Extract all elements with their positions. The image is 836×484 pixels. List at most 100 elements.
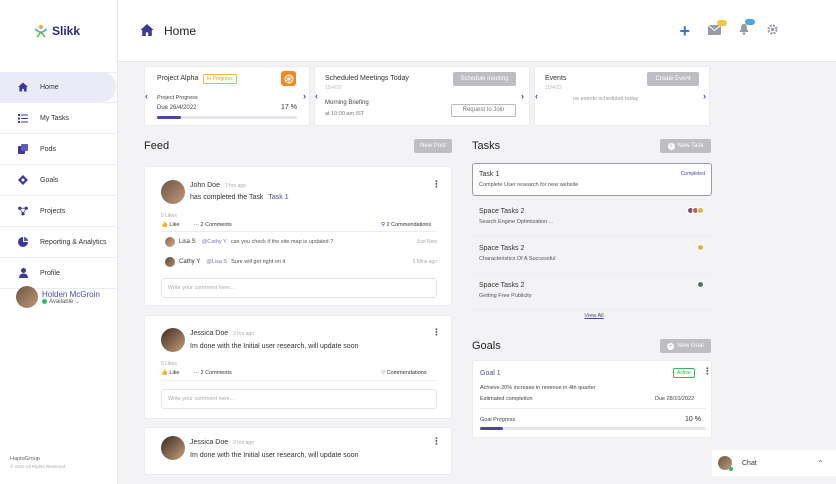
like-button[interactable]: 👍 Like <box>161 222 179 228</box>
add-icon[interactable]: + <box>679 22 690 40</box>
task-title: Space Tasks 2 <box>479 245 525 252</box>
task-subtitle: Complete User research for new website <box>479 182 579 188</box>
comment-input[interactable]: Write your comment here... <box>161 389 437 409</box>
sidebar-footer: HaptoGroup © 2022 All Rights Reserved <box>10 455 65 471</box>
goal-card[interactable]: Goal 1 Active ⋮ Achieve 20% increase in … <box>472 360 712 438</box>
mail-icon[interactable]: 12 <box>707 19 727 37</box>
sidebar-item-profile[interactable]: Profile <box>0 258 118 288</box>
task-link[interactable]: Task 1 <box>268 194 288 201</box>
task-item[interactable]: Space Tasks 2 Characteristics Of A Succe… <box>472 236 712 273</box>
progress-fill <box>480 427 503 430</box>
sidebar-item-label: Reporting & Analytics <box>40 238 107 246</box>
more-options-icon[interactable]: ⋮ <box>432 180 441 189</box>
view-all-link[interactable]: View All <box>472 313 716 319</box>
likes-count: 5 Likes <box>161 213 177 219</box>
current-user[interactable]: Holden McGroin Available ⌄ <box>16 286 100 308</box>
post-author[interactable]: Jessica Doe <box>190 439 228 446</box>
avatar <box>718 456 733 471</box>
user-status[interactable]: Available ⌄ <box>42 299 100 305</box>
commendations-label: 2 Commendations <box>386 222 432 228</box>
page-title: Home <box>164 24 197 38</box>
comment-author: Cathy Y <box>179 259 201 265</box>
user-icon <box>18 268 28 278</box>
chevron-left-icon[interactable]: ‹ <box>315 91 318 101</box>
status-dot <box>729 467 733 471</box>
goal-status: Active <box>673 368 695 378</box>
sidebar-item-goals[interactable]: Goals <box>0 165 118 195</box>
chat-widget[interactable]: Chat ⌃ <box>712 450 836 476</box>
logo-icon <box>34 24 48 38</box>
chevron-right-icon[interactable]: › <box>521 91 524 101</box>
comments-button[interactable]: ⋯ 2 Comments <box>193 370 231 376</box>
commendations-button[interactable]: ⚲ 2 Commendations <box>381 222 431 228</box>
comments-button[interactable]: ⋯ 2 Comments <box>193 222 231 228</box>
comment-time: 2 Mins ago <box>412 259 437 265</box>
comment-mention[interactable]: @Lisa S <box>206 259 227 265</box>
chevron-left-icon[interactable]: ‹ <box>535 91 538 101</box>
list-icon <box>18 113 28 123</box>
comment-text: can you check if the site map is updated… <box>230 239 334 245</box>
post-time: 2 hrs ago <box>224 183 246 189</box>
gear-icon[interactable] <box>767 24 778 37</box>
task-item[interactable]: Space Tasks 2 Search Engine Optimization… <box>472 199 712 236</box>
new-goal-button[interactable]: + New Goal <box>660 339 711 353</box>
chevron-left-icon[interactable]: ‹ <box>145 91 148 101</box>
post-time: 2 hrs ago <box>233 440 254 446</box>
status-badge: In Progress <box>203 74 237 84</box>
comment-input[interactable]: Write your comment here... <box>161 278 437 298</box>
more-options-icon[interactable]: ⋮ <box>432 328 441 337</box>
post-author[interactable]: John Doe <box>190 182 220 189</box>
comment-mention[interactable]: @Cathy Y <box>202 239 227 245</box>
avatar <box>16 286 38 308</box>
new-task-label: New Task <box>677 143 704 149</box>
chevron-right-icon[interactable]: › <box>303 91 306 101</box>
like-button[interactable]: 👍 Like <box>161 370 179 376</box>
sidebar-item-projects[interactable]: Projects <box>0 196 118 226</box>
schedule-meeting-button[interactable]: Schedule meeting <box>453 72 516 86</box>
sidebar-item-pods[interactable]: Pods <box>0 134 118 164</box>
award-icon: ⚲ <box>381 222 386 228</box>
thumbs-up-icon: 👍 <box>161 222 168 228</box>
new-post-button[interactable]: New Post <box>414 139 452 153</box>
request-to-join-button[interactable]: Request to Join <box>451 104 516 117</box>
chevron-up-icon[interactable]: ⌃ <box>817 459 824 468</box>
progress-value: 17 % <box>281 104 297 111</box>
app-logo[interactable]: Slikk <box>34 24 80 38</box>
commendations-label: Commendations <box>386 370 427 376</box>
progress-fill <box>157 116 181 119</box>
create-event-button[interactable]: Create Event <box>647 72 699 86</box>
chevron-right-icon[interactable]: › <box>703 91 706 101</box>
goal-progress-label: Goal Progress <box>480 417 516 423</box>
plus-circle-icon: + <box>667 342 675 350</box>
task-title: Task 1 <box>479 171 500 178</box>
copyright: © 2022 All Rights Reserved <box>10 464 66 469</box>
task-status: Completed <box>680 171 705 177</box>
home-icon <box>140 24 154 38</box>
post-author[interactable]: Jessica Doe <box>190 330 228 337</box>
more-options-icon[interactable]: ⋮ <box>432 437 441 446</box>
project-type-icon <box>281 71 296 86</box>
new-task-button[interactable]: + New Task <box>660 139 711 153</box>
status-dot <box>42 299 47 304</box>
sidebar-item-reporting[interactable]: Reporting & Analytics <box>0 227 118 257</box>
more-options-icon[interactable]: ⋮ <box>703 367 712 376</box>
user-name: Holden McGroin <box>42 289 100 299</box>
bell-icon[interactable]: 67 <box>739 19 755 37</box>
task-item[interactable]: Space Tasks 2 Getting Free Publicity <box>472 273 712 310</box>
sidebar: Slikk Home My Tasks Pods Goals Projects … <box>0 0 118 484</box>
likes-count: 5 Likes <box>161 361 177 367</box>
meetings-card: ‹ Scheduled Meetings Today Schedule meet… <box>314 66 530 126</box>
goal-progress-value: 10 % <box>685 416 701 423</box>
comment-author: Lisa S <box>179 239 196 245</box>
top-header: Home + 12 67 <box>118 0 836 62</box>
commendations-button[interactable]: ⚲ Commendations <box>381 370 427 376</box>
goal-description: Achieve 20% increase in revenue in 4th q… <box>480 385 596 391</box>
sidebar-item-my-tasks[interactable]: My Tasks <box>0 103 118 133</box>
avatar <box>161 436 185 460</box>
sidebar-item-home[interactable]: Home <box>0 72 116 102</box>
sidebar-item-label: Goals <box>40 176 59 184</box>
sidebar-item-label: Projects <box>40 207 66 215</box>
avatar <box>165 237 175 247</box>
app-name: Slikk <box>52 24 81 38</box>
task-item-selected[interactable]: Task 1 Completed Complete User research … <box>472 163 712 196</box>
